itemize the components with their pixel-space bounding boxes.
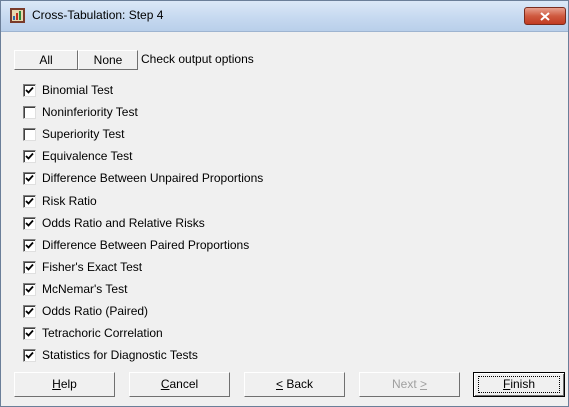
finish-button[interactable]: Finish (473, 372, 565, 397)
option-label: Fisher's Exact Test (42, 260, 143, 274)
close-button[interactable] (524, 7, 566, 25)
option-checkbox[interactable] (23, 150, 36, 163)
cancel-button[interactable]: Cancel (129, 372, 230, 397)
option-checkbox[interactable] (23, 195, 36, 208)
checkmark-icon (25, 152, 34, 160)
next-button[interactable]: Next > (359, 372, 460, 397)
option-label: Risk Ratio (42, 194, 97, 208)
option-label: Noninferiority Test (42, 105, 138, 119)
option-checkbox[interactable] (23, 217, 36, 230)
option-label: Difference Between Unpaired Proportions (42, 171, 264, 185)
option-label: Odds Ratio (Paired) (42, 304, 149, 318)
dialog-window: Cross-Tabulation: Step 4 All None Check … (0, 0, 569, 407)
option-checkbox[interactable] (23, 305, 36, 318)
focus-ring (478, 376, 560, 393)
option-label: Binomial Test (42, 83, 114, 97)
option-checkbox[interactable] (23, 84, 36, 97)
option-checkbox[interactable] (23, 349, 36, 362)
checkmark-icon (25, 86, 34, 94)
option-label: Superiority Test (42, 127, 125, 141)
option-checkbox[interactable] (23, 261, 36, 274)
checkmark-icon (25, 219, 34, 227)
checkmark-icon (25, 263, 34, 271)
app-icon (10, 8, 25, 23)
select-none-button[interactable]: None (78, 50, 138, 70)
checkmark-icon (25, 329, 34, 337)
close-icon (540, 12, 550, 21)
option-label: McNemar's Test (42, 282, 128, 296)
window-title: Cross-Tabulation: Step 4 (32, 8, 164, 22)
checkmark-icon (25, 241, 34, 249)
title-bar[interactable]: Cross-Tabulation: Step 4 (1, 1, 568, 32)
checkmark-icon (25, 307, 34, 315)
option-checkbox[interactable] (23, 172, 36, 185)
option-label: Difference Between Paired Proportions (42, 238, 250, 252)
option-checkbox[interactable] (23, 239, 36, 252)
option-label: Statistics for Diagnostic Tests (42, 348, 198, 362)
select-all-button[interactable]: All (14, 50, 78, 70)
option-checkbox[interactable] (23, 128, 36, 141)
checkmark-icon (25, 174, 34, 182)
option-checkbox[interactable] (23, 327, 36, 340)
checkmark-icon (25, 351, 34, 359)
option-label: Odds Ratio and Relative Risks (42, 216, 205, 230)
back-button[interactable]: < Back (244, 372, 345, 397)
checkmark-icon (25, 285, 34, 293)
options-hint: Check output options (141, 52, 254, 66)
option-label: Equivalence Test (42, 149, 133, 163)
checkmark-icon (25, 197, 34, 205)
option-checkbox[interactable] (23, 283, 36, 296)
option-label: Tetrachoric Correlation (42, 326, 163, 340)
option-checkbox[interactable] (23, 106, 36, 119)
help-button[interactable]: Help (14, 372, 115, 397)
